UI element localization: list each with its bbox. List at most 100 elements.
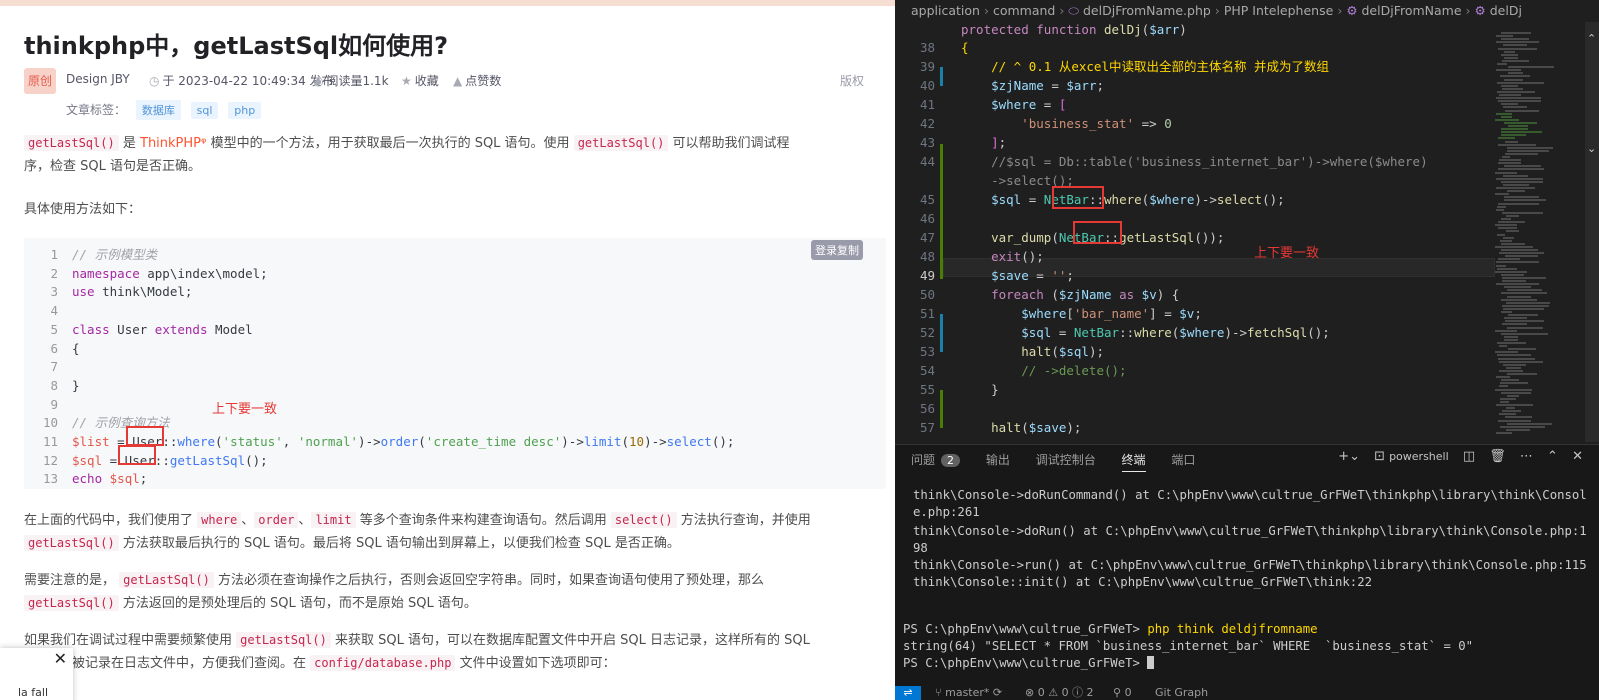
tab-debug-console[interactable]: 调试控制台	[1036, 451, 1096, 468]
minimap-line	[1500, 239, 1512, 242]
minimap-line	[1500, 400, 1509, 403]
code-text: }	[72, 377, 80, 393]
terminal-prompt[interactable]: PS C:\phpEnv\www\cultrue_GrFWeT>	[903, 655, 1573, 672]
code-line: 46	[919, 211, 935, 226]
plus-icon[interactable]: +⌄	[1338, 449, 1360, 464]
code-line: 6{	[24, 340, 79, 359]
problems-indicator[interactable]: ⊗ 0 ⚠ 0 ⓘ 2	[1025, 686, 1094, 700]
thinkphp-link[interactable]: ThinkPHP	[140, 136, 201, 151]
breadcrumb-item[interactable]: delDjFromName	[1362, 3, 1462, 18]
login-copy-button[interactable]: 登录复制	[811, 240, 863, 260]
line-number: 5	[50, 321, 58, 337]
minimap-line	[1495, 329, 1517, 332]
terminal-command-line[interactable]: PS C:\phpEnv\www\cultrue_GrFWeT> php thi…	[903, 621, 1573, 638]
chevron-up-icon[interactable]: ⌃	[1547, 449, 1558, 464]
more-icon[interactable]: ⋯	[1520, 449, 1533, 464]
close-icon[interactable]: ✕	[54, 649, 67, 668]
tab-terminal[interactable]: 终端	[1121, 451, 1146, 472]
git-graph-button[interactable]: Git Graph	[1155, 686, 1208, 700]
minimap-line	[1507, 422, 1552, 425]
like-button[interactable]: ▲ 点赞数	[453, 72, 501, 89]
tag-sql[interactable]: sql	[190, 102, 219, 119]
remote-icon[interactable]: ⇌	[895, 686, 921, 700]
breadcrumb-item[interactable]: command	[993, 3, 1055, 18]
minimap-line	[1501, 134, 1526, 137]
code-line: 55 }	[919, 382, 999, 397]
minimap-line	[1498, 143, 1536, 146]
trash-icon[interactable]: 🗑	[1489, 449, 1506, 464]
breadcrumb-item[interactable]: delDj	[1490, 3, 1522, 18]
breadcrumb: application › command › ⬭ delDjFromName.php ›…	[895, 0, 1599, 22]
breadcrumb-item[interactable]: PHP Intelephense	[1224, 3, 1334, 18]
tab-problems[interactable]: 问题 2	[911, 451, 961, 468]
minimap-line	[1497, 354, 1531, 357]
text: 需要注意的是，	[24, 573, 116, 588]
minimap-line	[1506, 301, 1550, 304]
minimap-line	[1499, 252, 1544, 255]
original-badge: 原创	[24, 68, 56, 94]
highlight-box-user-2	[118, 445, 156, 465]
minimap-line	[1496, 404, 1533, 406]
ports-indicator[interactable]: ⚲ 0	[1113, 686, 1132, 700]
code-line: 7	[24, 358, 72, 377]
text: 方法必须在查询操作之后执行，否则会返回空字符串。同时，如果查询语句使用了预处理，…	[218, 573, 765, 588]
minimap-line	[1500, 397, 1516, 400]
branch-indicator[interactable]: ⑂ master* ⟳	[935, 686, 1002, 700]
tab-output[interactable]: 输出	[986, 451, 1010, 468]
tag-database[interactable]: 数据库	[135, 100, 181, 120]
close-icon[interactable]: ✕	[1572, 449, 1583, 464]
split-icon[interactable]: ◫	[1463, 449, 1475, 464]
minimap-line	[1499, 345, 1507, 348]
minimap-line	[1503, 363, 1526, 366]
minimap-line	[1508, 72, 1523, 75]
highlight-box-netbar-1	[1052, 186, 1104, 209]
method-icon: ⚙	[1346, 3, 1362, 18]
code-editor[interactable]: protected function delDj($arr) 38{ 39 //…	[895, 24, 1599, 444]
minimap-line	[1501, 391, 1531, 394]
code-text: namespace app\index\model;	[72, 265, 268, 281]
breadcrumb-item[interactable]: delDjFromName.php	[1083, 3, 1211, 18]
php-file-icon: ⬭	[1068, 3, 1083, 18]
minimap-line	[1506, 407, 1515, 410]
minimap-line	[1496, 208, 1504, 211]
sync-icon[interactable]: ⟳	[993, 686, 1002, 699]
line-number: 3	[50, 284, 58, 300]
minimap-line	[1497, 90, 1535, 93]
minimap-line	[1502, 211, 1543, 214]
star-icon: ★	[401, 74, 412, 88]
branch-icon: ⑂	[935, 686, 946, 699]
line-number: 13	[42, 471, 58, 487]
minimap-line	[1501, 131, 1542, 134]
minimap-line	[1497, 63, 1507, 65]
collect-button[interactable]: ★ 收藏	[401, 72, 439, 89]
minimap-line	[1501, 103, 1518, 106]
tab-ports[interactable]: 端口	[1171, 451, 1195, 468]
shell-name[interactable]: powershell	[1389, 450, 1449, 463]
minimap-line	[1502, 280, 1526, 282]
minimap[interactable]	[1495, 22, 1585, 442]
minimap-line	[1501, 38, 1529, 41]
minimap-line	[1496, 35, 1513, 38]
code-line: ->select();	[961, 173, 1074, 188]
minimap-line	[1504, 50, 1515, 53]
breadcrumb-item[interactable]: application	[911, 3, 980, 18]
code-line: 40 $zjName = $arr;	[919, 78, 1105, 93]
minimap-line	[1502, 276, 1546, 279]
minimap-line	[1507, 394, 1519, 397]
code-line: 38{	[919, 40, 969, 55]
minimap-line	[1498, 258, 1520, 261]
chevron-up-icon[interactable]: ⌃	[1587, 32, 1596, 45]
editor-scrollbar[interactable]: ⌃ ⌄	[1585, 22, 1599, 442]
author-name[interactable]: Design JBY	[66, 72, 130, 86]
chevron-down-icon[interactable]: ⌄	[1587, 142, 1596, 155]
code-line: 9	[24, 396, 72, 415]
copyright-link[interactable]: 版权	[840, 72, 864, 89]
text: 模型中的一个方法，用于获取最后一次执行的 SQL 语句。使用	[210, 136, 570, 151]
method-icon: ⚙	[1474, 3, 1490, 18]
terminal-line: 98	[913, 541, 928, 555]
code-line: 43 ];	[919, 135, 1007, 150]
minimap-line	[1497, 81, 1544, 84]
search-icon[interactable]: ᵠ	[201, 136, 206, 151]
terminal-line: think\Console->run() at C:\phpEnv\www\cu…	[913, 558, 1587, 572]
tag-php[interactable]: php	[228, 102, 262, 119]
